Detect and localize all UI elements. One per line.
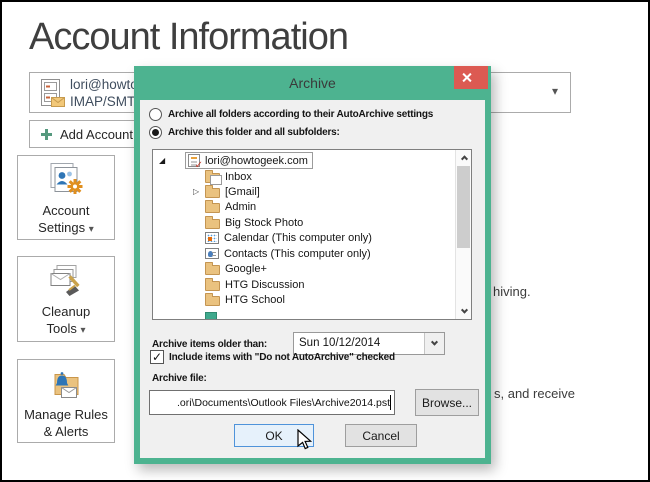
calendar-icon xyxy=(205,232,219,244)
folder-icon xyxy=(205,265,220,275)
contacts-icon xyxy=(205,248,219,259)
scrollbar-thumb[interactable] xyxy=(457,166,470,248)
combo-dropdown-icon[interactable] xyxy=(424,333,444,354)
manage-rules-label-line1: Manage Rules xyxy=(24,407,108,422)
page-title: Account Information xyxy=(29,16,348,59)
cleanup-tools-icon xyxy=(44,263,88,301)
close-icon[interactable] xyxy=(454,66,488,89)
tree-item-label: HTG School xyxy=(225,294,285,306)
folder-icon xyxy=(205,296,220,306)
tree-item-label: Calendar (This computer only) xyxy=(224,232,372,244)
folder-icon xyxy=(205,281,220,291)
plus-icon xyxy=(41,129,52,140)
tree-item-htg-school[interactable]: HTG School xyxy=(193,292,285,307)
tree-item-label: [Gmail] xyxy=(225,186,260,198)
tree-item-label: Google+ xyxy=(225,263,267,275)
tree-item-label: Contacts (This computer only) xyxy=(224,248,371,260)
folder-icon xyxy=(205,203,220,213)
scroll-down-icon[interactable] xyxy=(456,304,472,319)
tree-item-label: Inbox xyxy=(225,171,252,183)
cleanup-tools-label-line2: Tools xyxy=(46,321,76,336)
autoarchive-checkbox-label: Include items with "Do not AutoArchive" … xyxy=(169,352,395,363)
cleanup-tools-button[interactable]: Cleanup Tools ▾ xyxy=(17,256,115,342)
folder-icon xyxy=(205,188,220,198)
older-than-label: Archive items older than: xyxy=(152,339,267,350)
tree-item-google-plus[interactable]: Google+ xyxy=(193,261,267,276)
screenshot-frame: Account Information lori@howtog IMAP/SMT… xyxy=(0,0,650,482)
radio-autoarchive-label: Archive all folders according to their A… xyxy=(168,109,433,120)
manage-rules-alerts-button[interactable]: Manage Rules & Alerts xyxy=(17,359,115,443)
background-text-fragment: s, and receive xyxy=(494,386,575,401)
clipped-folder-icon xyxy=(205,312,217,321)
archive-file-label: Archive file: xyxy=(152,373,207,384)
tree-item-admin[interactable]: Admin xyxy=(193,199,256,214)
folder-tree[interactable]: ◢ lori@howtogeek.com Inbox ▷ [Gmail] xyxy=(152,149,472,320)
collapsed-arrow-icon[interactable]: ▷ xyxy=(193,187,205,196)
inbox-folder-icon xyxy=(205,173,220,183)
tree-item-label: Admin xyxy=(225,201,256,213)
dropdown-caret-icon: ▾ xyxy=(80,325,85,336)
manage-rules-label-line2: & Alerts xyxy=(44,424,89,439)
archive-file-value: .ori\Documents\Outlook Files\Archive2014… xyxy=(177,397,390,409)
tree-item-label: HTG Discussion xyxy=(225,279,304,291)
dialog-titlebar[interactable]: Archive xyxy=(134,66,491,100)
rules-alerts-icon xyxy=(44,366,88,404)
cancel-button[interactable]: Cancel xyxy=(345,424,417,447)
autoarchive-checkbox[interactable]: ✓ xyxy=(150,350,164,364)
radio-this-folder-label: Archive this folder and all subfolders: xyxy=(168,127,340,138)
tree-item-inbox[interactable]: Inbox xyxy=(193,169,252,184)
account-settings-icon xyxy=(44,162,88,200)
scroll-up-icon[interactable] xyxy=(456,150,472,165)
account-settings-label-line1: Account xyxy=(43,203,90,218)
dialog-body: Archive all folders according to their A… xyxy=(140,100,485,458)
mailbox-icon xyxy=(39,78,66,109)
older-than-value: Sun 10/12/2014 xyxy=(294,333,424,354)
tree-item-htg-discussion[interactable]: HTG Discussion xyxy=(193,277,304,292)
tree-item-account-root[interactable]: ◢ lori@howtogeek.com xyxy=(159,153,313,168)
tree-item-contacts[interactable]: Contacts (This computer only) xyxy=(193,246,371,261)
account-root-icon xyxy=(188,154,200,167)
tree-item-gmail[interactable]: ▷ [Gmail] xyxy=(193,184,260,199)
archive-file-input[interactable]: .ori\Documents\Outlook Files\Archive2014… xyxy=(149,390,395,415)
dialog-title: Archive xyxy=(289,75,336,91)
text-caret xyxy=(390,395,391,410)
archive-dialog: Archive Archive all folders according to… xyxy=(134,66,491,464)
tree-item-label: lori@howtogeek.com xyxy=(205,155,308,167)
account-settings-label-line2: Settings xyxy=(38,220,85,235)
tree-item-calendar[interactable]: Calendar (This computer only) xyxy=(193,230,372,245)
dropdown-caret-icon: ▾ xyxy=(89,224,94,235)
radio-this-folder[interactable] xyxy=(149,126,162,139)
cleanup-tools-label-line1: Cleanup xyxy=(42,304,90,319)
expanded-arrow-icon[interactable]: ◢ xyxy=(159,156,171,165)
browse-button-label: Browse... xyxy=(422,396,472,410)
add-account-label: Add Account xyxy=(60,127,133,142)
background-text-fragment: hiving. xyxy=(493,284,531,299)
folder-icon xyxy=(205,219,220,229)
ok-button-label: OK xyxy=(265,429,282,443)
tree-item-partial[interactable] xyxy=(193,310,217,320)
account-dropdown-icon[interactable]: ▾ xyxy=(552,84,558,98)
tree-item-label: Big Stock Photo xyxy=(225,217,303,229)
tree-item-big-stock-photo[interactable]: Big Stock Photo xyxy=(193,215,303,230)
radio-autoarchive[interactable] xyxy=(149,108,162,121)
account-settings-button[interactable]: Account Settings ▾ xyxy=(17,155,115,240)
tree-scrollbar[interactable] xyxy=(455,150,471,319)
tree-root-selection: lori@howtogeek.com xyxy=(185,152,313,169)
mouse-cursor xyxy=(297,429,313,451)
browse-button[interactable]: Browse... xyxy=(415,389,479,416)
cancel-button-label: Cancel xyxy=(362,429,399,443)
